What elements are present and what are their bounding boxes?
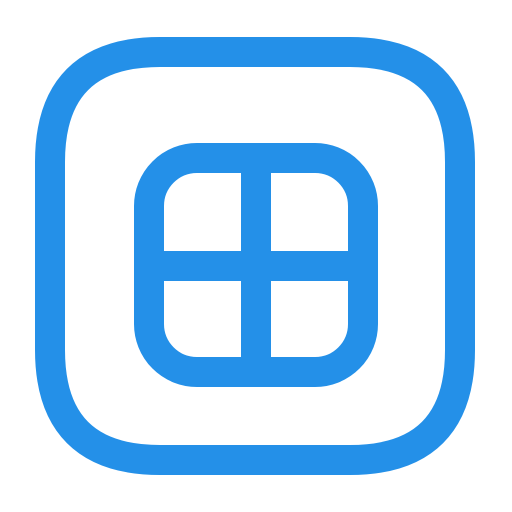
window-grid-icon (0, 0, 512, 512)
icon-canvas (0, 0, 512, 512)
